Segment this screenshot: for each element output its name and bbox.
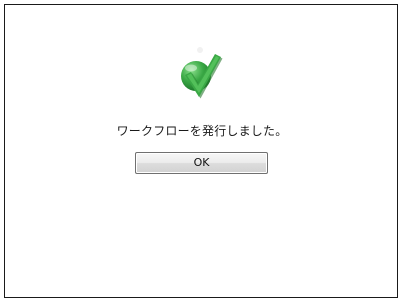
status-message: ワークフローを発行しました。 <box>116 124 288 138</box>
success-checkmark-icon <box>178 42 226 102</box>
ok-button[interactable]: OK <box>135 152 268 174</box>
